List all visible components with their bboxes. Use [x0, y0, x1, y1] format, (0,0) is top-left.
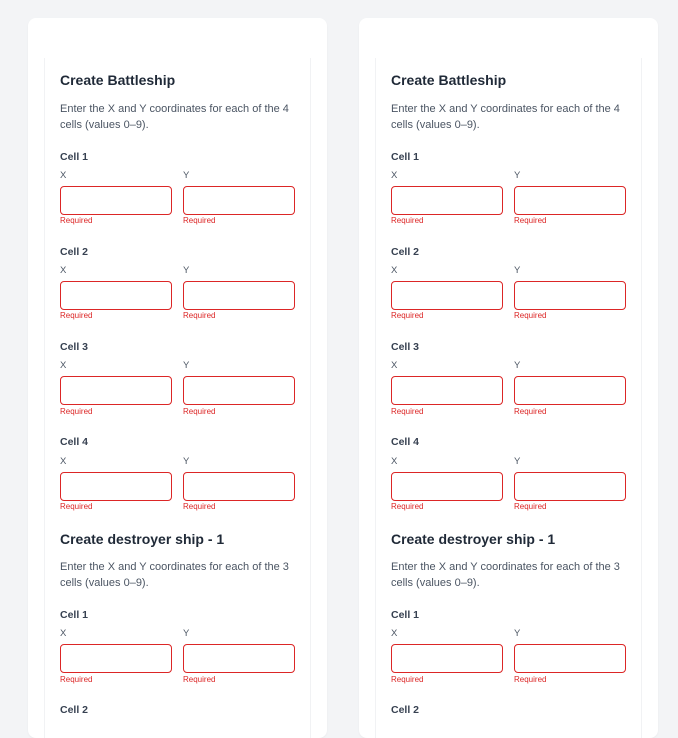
required-error: Required	[391, 216, 424, 225]
x-label: X	[391, 360, 398, 371]
cell-label: Cell 2	[391, 704, 420, 716]
required-error: Required	[391, 407, 424, 416]
x-label: X	[391, 265, 398, 276]
y-label: Y	[514, 265, 521, 276]
required-error: Required	[183, 675, 216, 684]
x-label: X	[60, 170, 67, 181]
section-description: Enter the X and Y coordinates for each o…	[391, 103, 620, 131]
y-label: Y	[514, 628, 521, 639]
section-description: Enter the X and Y coordinates for each o…	[391, 561, 620, 589]
cell-label: Cell 3	[391, 341, 420, 353]
section-description: Enter the X and Y coordinates for each o…	[60, 561, 289, 589]
cell-label: Cell 2	[60, 246, 89, 258]
required-error: Required	[183, 407, 216, 416]
y-label: Y	[183, 265, 190, 276]
y-label: Y	[514, 360, 521, 371]
required-error: Required	[60, 216, 93, 225]
y-coordinate-input[interactable]	[183, 376, 295, 405]
required-error: Required	[391, 675, 424, 684]
x-coordinate-input[interactable]	[60, 281, 172, 310]
x-coordinate-input[interactable]	[391, 472, 503, 501]
required-error: Required	[183, 216, 216, 225]
x-coordinate-input[interactable]	[391, 644, 503, 673]
cell-label: Cell 1	[391, 609, 420, 621]
y-coordinate-input[interactable]	[183, 644, 295, 673]
required-error: Required	[391, 311, 424, 320]
x-label: X	[60, 628, 67, 639]
y-coordinate-input[interactable]	[514, 186, 626, 215]
x-coordinate-input[interactable]	[391, 376, 503, 405]
left-form-panel: Create Battleship Enter the X and Y coor…	[28, 18, 327, 738]
cell-label: Cell 1	[60, 151, 89, 163]
required-error: Required	[60, 675, 93, 684]
y-coordinate-input[interactable]	[183, 281, 295, 310]
cell-label: Cell 4	[60, 436, 89, 448]
right-form-panel: Create Battleship Enter the X and Y coor…	[359, 18, 658, 738]
y-label: Y	[183, 456, 190, 467]
y-label: Y	[514, 170, 521, 181]
y-label: Y	[183, 628, 190, 639]
x-coordinate-input[interactable]	[391, 186, 503, 215]
cell-label: Cell 2	[391, 246, 420, 258]
section-title-destroyer: Create destroyer ship - 1	[60, 531, 225, 547]
section-title-battleship: Create Battleship	[391, 72, 507, 88]
required-error: Required	[514, 502, 547, 511]
cell-label: Cell 1	[391, 151, 420, 163]
x-label: X	[391, 170, 398, 181]
x-coordinate-input[interactable]	[391, 281, 503, 310]
x-label: X	[60, 265, 67, 276]
y-coordinate-input[interactable]	[514, 644, 626, 673]
y-coordinate-input[interactable]	[183, 186, 295, 215]
y-label: Y	[183, 170, 190, 181]
required-error: Required	[183, 502, 216, 511]
section-title-destroyer: Create destroyer ship - 1	[391, 531, 556, 547]
section-description: Enter the X and Y coordinates for each o…	[60, 103, 289, 131]
required-error: Required	[183, 311, 216, 320]
section-title-battleship: Create Battleship	[60, 72, 176, 88]
y-coordinate-input[interactable]	[183, 472, 295, 501]
x-label: X	[391, 456, 398, 467]
cell-label: Cell 1	[60, 609, 89, 621]
x-coordinate-input[interactable]	[60, 472, 172, 501]
x-label: X	[60, 456, 67, 467]
required-error: Required	[391, 502, 424, 511]
x-coordinate-input[interactable]	[60, 644, 172, 673]
required-error: Required	[60, 502, 93, 511]
y-coordinate-input[interactable]	[514, 472, 626, 501]
y-label: Y	[183, 360, 190, 371]
required-error: Required	[60, 407, 93, 416]
x-label: X	[60, 360, 67, 371]
x-label: X	[391, 628, 398, 639]
required-error: Required	[514, 216, 547, 225]
cell-label: Cell 3	[60, 341, 89, 353]
required-error: Required	[514, 311, 547, 320]
required-error: Required	[514, 407, 547, 416]
x-coordinate-input[interactable]	[60, 186, 172, 215]
cell-label: Cell 4	[391, 436, 420, 448]
y-coordinate-input[interactable]	[514, 376, 626, 405]
cell-label: Cell 2	[60, 704, 89, 716]
required-error: Required	[60, 311, 93, 320]
x-coordinate-input[interactable]	[60, 376, 172, 405]
y-label: Y	[514, 456, 521, 467]
required-error: Required	[514, 675, 547, 684]
y-coordinate-input[interactable]	[514, 281, 626, 310]
